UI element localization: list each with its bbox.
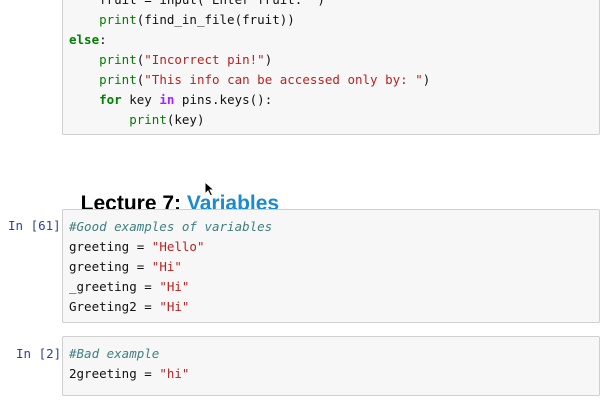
- code-token: "Hi": [159, 299, 190, 314]
- code-line: else:: [69, 30, 107, 50]
- code-line: 2greeting = "hi": [69, 364, 189, 384]
- code-line: print(find_in_file(fruit)): [69, 10, 295, 30]
- code-token: #Good examples of variables: [69, 219, 273, 234]
- code-token: in: [159, 92, 175, 107]
- code-token: #Bad example: [69, 346, 160, 361]
- code-cell-previous[interactable]: fruit = input("Enter fruit: ") print(fin…: [62, 0, 600, 135]
- code-token: "Hi": [159, 279, 190, 294]
- cell-prompt-2: In [2]:: [16, 346, 69, 361]
- code-token: print: [99, 12, 137, 27]
- code-line: _greeting = "Hi": [69, 277, 189, 297]
- code-token: print: [129, 112, 167, 127]
- code-token: (find_in_file(fruit)): [136, 12, 295, 27]
- code-line: greeting = "Hi": [69, 257, 182, 277]
- code-token: key: [121, 92, 160, 107]
- code-line: print(key): [69, 110, 205, 130]
- mouse-pointer-icon: [204, 181, 216, 197]
- code-line: greeting = "Hello": [69, 237, 204, 257]
- code-line: Greeting2 = "Hi": [69, 297, 189, 317]
- code-line: print("Incorrect pin!"): [69, 50, 272, 70]
- code-cell-61[interactable]: #Good examples of variables greeting = "H…: [62, 209, 600, 323]
- code-token: 2greeting =: [69, 366, 160, 381]
- code-token: "This info can be accessed only by: ": [144, 72, 423, 87]
- code-token: else: [69, 32, 100, 47]
- code-line: print("This info can be accessed only by…: [69, 70, 430, 90]
- code-token: print: [99, 72, 137, 87]
- code-token: _greeting =: [69, 279, 160, 294]
- code-token: ): [422, 72, 431, 87]
- code-line: fruit = input("Enter fruit: "): [69, 0, 325, 10]
- code-token: fruit = input("Enter fruit: "): [99, 0, 325, 7]
- code-token: "Hi": [151, 259, 182, 274]
- code-line: #Good examples of variables: [69, 217, 272, 237]
- code-line: for key in pins.keys():: [69, 90, 272, 110]
- code-token: greeting =: [69, 239, 152, 254]
- code-token: (key): [166, 112, 205, 127]
- code-token: greeting =: [69, 259, 152, 274]
- code-token: "Incorrect pin!": [144, 52, 265, 67]
- cell-prompt-61: In [61]:: [8, 218, 69, 233]
- code-cell-2[interactable]: #Bad example 2greeting = "hi": [62, 336, 600, 396]
- code-token: :: [99, 32, 107, 47]
- code-token: "Hello": [151, 239, 205, 254]
- code-token: print: [99, 52, 137, 67]
- code-token: pins.keys():: [174, 92, 273, 107]
- code-token: for: [99, 92, 122, 107]
- code-token: ): [264, 52, 273, 67]
- code-token: "hi": [159, 366, 190, 381]
- code-token: Greeting2 =: [69, 299, 160, 314]
- code-line: #Bad example: [69, 344, 159, 364]
